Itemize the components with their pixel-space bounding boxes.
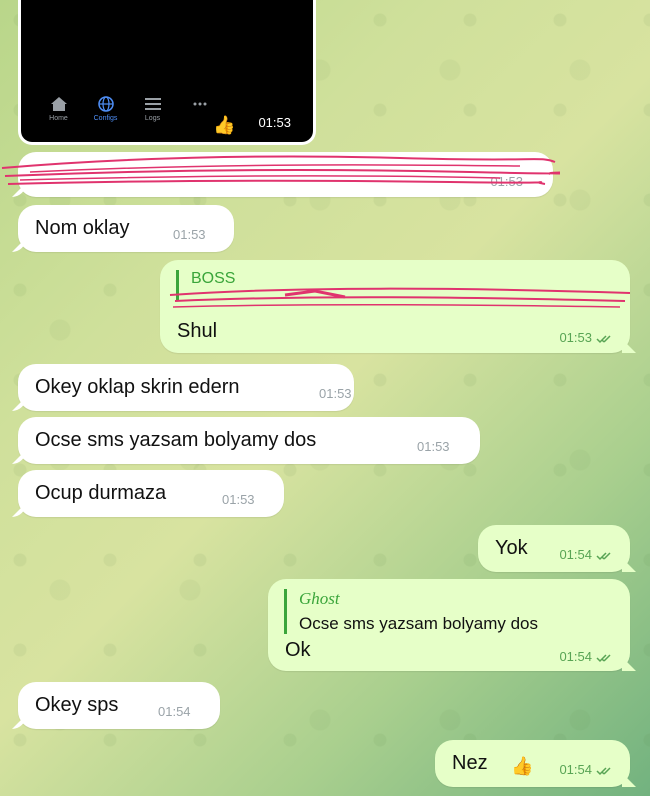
message-outgoing[interactable]: Yok 01:54 xyxy=(478,525,630,572)
reply-quote[interactable]: Ghost Ocse sms yazsam bolyamy dos xyxy=(284,589,538,634)
message-text: Ok xyxy=(285,639,311,661)
nav-logs-label: Logs xyxy=(144,115,161,122)
message-incoming[interactable]: Ocse sms yazsam bolyamy dos 01:53 xyxy=(18,417,480,464)
home-icon xyxy=(50,97,67,111)
nav-logs: Logs xyxy=(129,96,176,122)
more-icon xyxy=(193,102,206,106)
double-check-icon xyxy=(596,335,611,343)
message-time: 01:53 xyxy=(490,174,523,189)
nav-home-label: Home xyxy=(49,115,68,122)
reply-quote[interactable]: BOSS xyxy=(176,270,235,300)
list-icon xyxy=(144,98,161,110)
message-time: 01:53 xyxy=(173,227,206,242)
nav-configs: Configs xyxy=(82,96,129,122)
message-time-value: 01:53 xyxy=(559,330,592,345)
double-check-icon xyxy=(596,767,611,775)
message-text: Nom oklay xyxy=(35,217,130,239)
globe-icon xyxy=(97,96,114,112)
message-time-value: 01:54 xyxy=(559,547,592,562)
message-text: Ocse sms yazsam bolyamy dos xyxy=(35,429,317,451)
message-outgoing-reply[interactable]: BOSS Shul 01:53 xyxy=(160,260,630,353)
message-text: Shul xyxy=(177,320,218,342)
message-time: 01:53 xyxy=(319,386,352,401)
message-text: Okey oklap skrin edern xyxy=(35,376,240,398)
app-nav-bar: Home Configs Logs xyxy=(35,96,223,122)
message-text: Yok xyxy=(495,537,528,559)
double-check-icon xyxy=(596,552,611,560)
reply-author: BOSS xyxy=(191,270,236,287)
message-time: 01:53 xyxy=(559,330,616,345)
message-time: 01:53 xyxy=(222,492,255,507)
message-incoming[interactable]: Okey oklap skrin edern 01:53 xyxy=(18,364,354,411)
message-incoming[interactable]: Nom oklay 01:53 xyxy=(18,205,234,252)
message-time: 01:54 xyxy=(158,704,191,719)
message-incoming[interactable]: Okey sps 01:54 xyxy=(18,682,220,729)
message-time: 01:54 xyxy=(559,649,616,664)
message-time: 01:53 xyxy=(417,439,450,454)
screenshot-image[interactable]: Home Configs Logs 👍 01:53 xyxy=(18,0,316,145)
message-outgoing[interactable]: Nez 👍 01:54 xyxy=(435,740,630,787)
thumbs-up-icon: 👍 xyxy=(213,115,236,135)
message-incoming[interactable]: Ocup durmaza 01:53 xyxy=(18,470,284,517)
message-time-value: 01:54 xyxy=(559,762,592,777)
message-outgoing-reply[interactable]: Ghost Ocse sms yazsam bolyamy dos Ok 01:… xyxy=(268,579,630,671)
message-text: Okey sps xyxy=(35,694,119,716)
nav-configs-label: Configs xyxy=(93,115,118,122)
screenshot-time: 01:53 xyxy=(258,115,291,130)
nav-home: Home xyxy=(35,96,82,122)
message-text: Nez xyxy=(452,752,488,774)
reply-text: Ocse sms yazsam bolyamy dos xyxy=(299,614,539,633)
message-time: 01:54 xyxy=(559,762,616,777)
message-time-value: 01:54 xyxy=(559,649,592,664)
double-check-icon xyxy=(596,654,611,662)
message-redacted[interactable]: 01:53 xyxy=(18,152,553,197)
reply-author: Ghost xyxy=(299,589,340,608)
message-text: Ocup durmaza xyxy=(35,482,167,504)
message-time: 01:54 xyxy=(559,547,616,562)
thumbs-up-icon: 👍 xyxy=(511,756,534,776)
